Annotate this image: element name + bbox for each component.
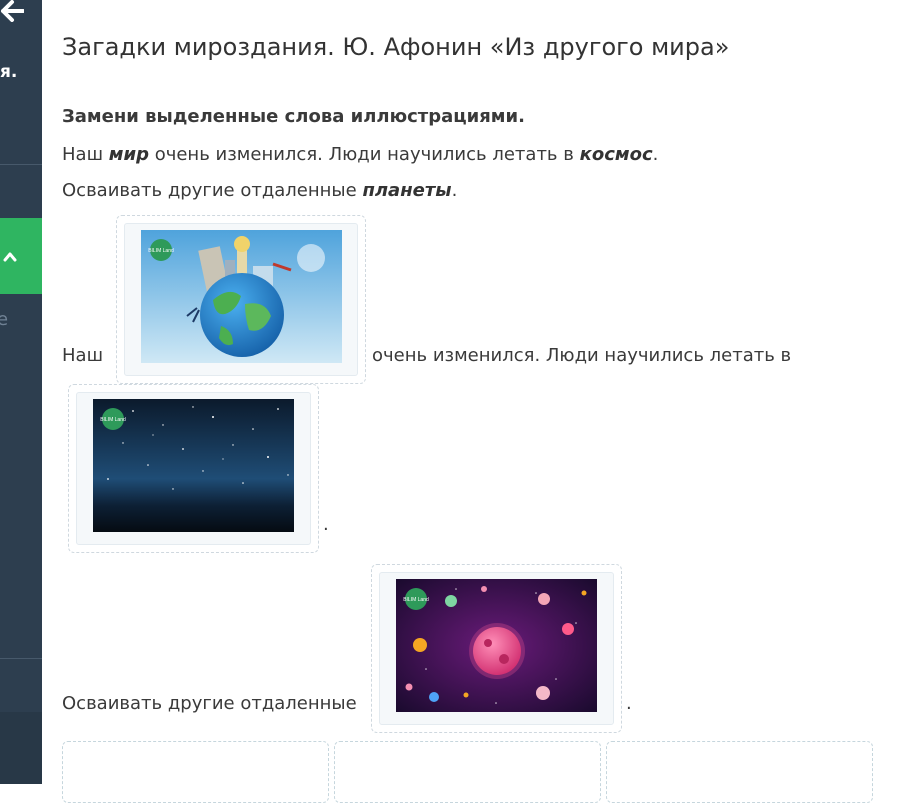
answer-slot[interactable] bbox=[606, 741, 873, 803]
sidebar-faint-text: е bbox=[0, 309, 9, 330]
planets-image[interactable]: BILIM Land bbox=[396, 579, 597, 712]
chevron-up-icon bbox=[3, 252, 17, 262]
drop-zone-mir[interactable]: BILIM Land bbox=[116, 215, 366, 384]
drop-zone-kosmos[interactable]: BILIM Land bbox=[68, 384, 319, 553]
drop-zone-planety[interactable]: BILIM Land bbox=[371, 564, 622, 733]
text-fragment: . bbox=[652, 144, 659, 165]
page-title: Загадки мироздания. Ю. Афонин «Из другог… bbox=[62, 33, 730, 61]
answer-text-osvaivat: Осваивать другие отдаленные bbox=[62, 693, 357, 714]
sidebar-divider bbox=[0, 658, 42, 659]
answer-dot-1: . bbox=[323, 514, 329, 535]
sidebar-divider bbox=[0, 164, 42, 165]
highlighted-word-kosmos: космос bbox=[579, 144, 653, 165]
bilim-land-logo-text: BILIM Land bbox=[403, 597, 429, 603]
sidebar-item-active[interactable] bbox=[0, 218, 42, 294]
answer-dot-2: . bbox=[626, 693, 632, 714]
answer-text-middle: очень изменился. Люди научились летать в bbox=[372, 345, 792, 366]
text-fragment: очень изменился. Люди научились летать в bbox=[148, 144, 580, 165]
highlighted-word-mir: мир bbox=[108, 144, 149, 165]
task-instruction: Замени выделенные слова иллюстрациями. bbox=[62, 106, 525, 127]
back-button[interactable] bbox=[0, 0, 26, 24]
highlighted-word-planety: планеты bbox=[362, 180, 452, 201]
bilim-land-logo-text: BILIM Land bbox=[100, 417, 126, 423]
text-fragment: Наш bbox=[62, 144, 109, 165]
space-image[interactable]: BILIM Land bbox=[93, 399, 294, 532]
source-sentence-1: Наш мир очень изменился. Люди научились … bbox=[62, 144, 658, 165]
sidebar-partial-title: я. bbox=[0, 62, 18, 82]
answer-slot[interactable] bbox=[62, 741, 329, 803]
text-fragment: Осваивать другие отдаленные bbox=[62, 180, 363, 201]
source-sentence-2: Осваивать другие отдаленные планеты. bbox=[62, 180, 457, 201]
earth-city-image[interactable]: BILIM Land bbox=[141, 230, 342, 363]
arrow-left-icon bbox=[1, 0, 25, 22]
answer-slot[interactable] bbox=[334, 741, 601, 803]
sidebar-lower-item[interactable] bbox=[0, 712, 42, 784]
answer-text-nash: Наш bbox=[62, 345, 104, 366]
bilim-land-logo-text: BILIM Land bbox=[148, 248, 174, 254]
text-fragment: . bbox=[451, 180, 458, 201]
sidebar: я. е bbox=[0, 0, 42, 784]
